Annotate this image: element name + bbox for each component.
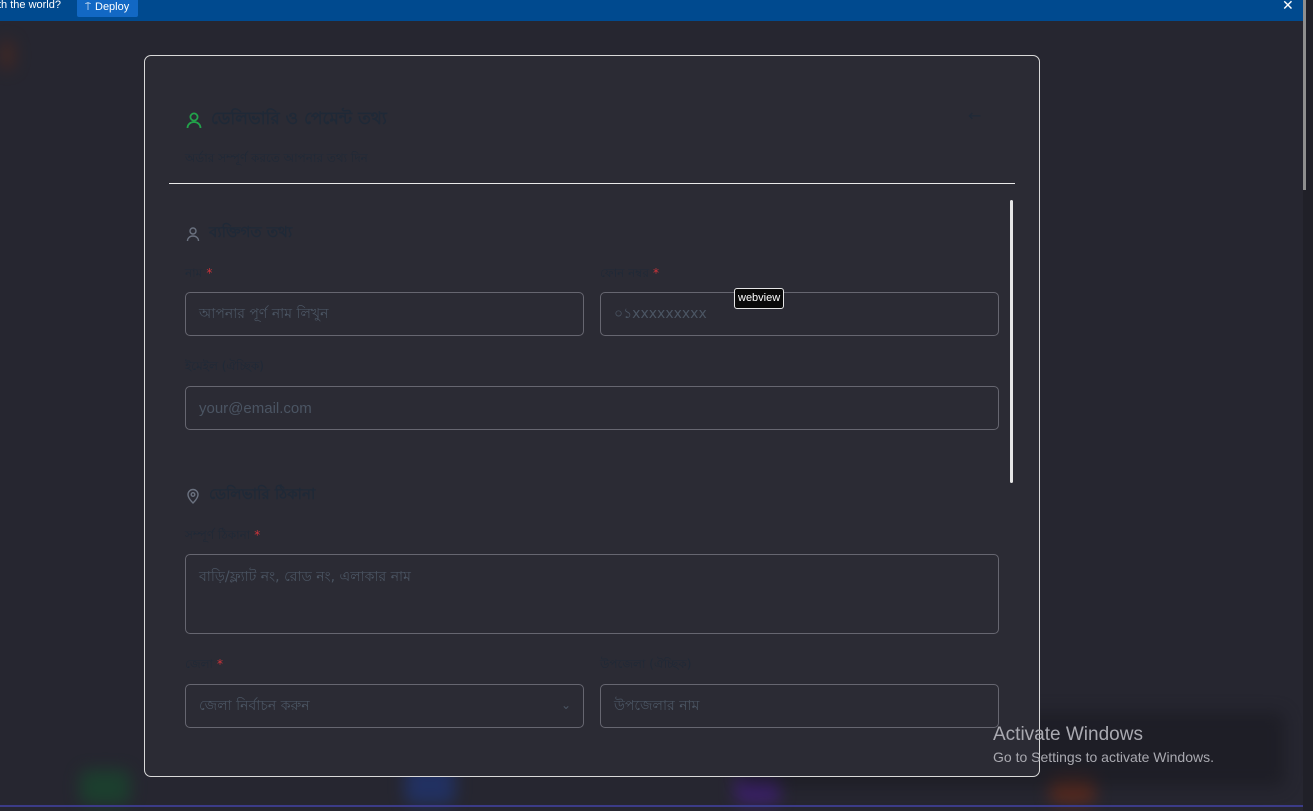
watermark-line1: Activate Windows <box>993 724 1143 745</box>
required-mark: * <box>652 266 659 280</box>
name-label: নাম * <box>185 265 212 285</box>
upazila-placeholder: উপজেলার নাম <box>614 698 700 714</box>
deploy-bar: th the world? ⍑ Deploy ✕ <box>0 0 1303 21</box>
phone-label-text: ফোন নম্বর <box>600 266 649 280</box>
modal-title: ডেলিভারি ও পেমেন্ট তথ্য <box>185 106 387 134</box>
chevron-down-icon: ⌄ <box>560 698 571 712</box>
user-icon <box>185 111 203 129</box>
delivery-payment-modal: ডেলিভারি ও পেমেন্ট তথ্য অর্ডার সম্পূর্ণ … <box>144 55 1040 777</box>
district-label: জেলা * <box>185 656 223 676</box>
required-mark: * <box>254 528 261 542</box>
watermark-line2: Go to Settings to activate Windows. <box>993 749 1214 765</box>
delivery-address-heading: ডেলিভারি ঠিকানা <box>185 483 315 508</box>
activate-windows-watermark: Activate Windows Go to Settings to activ… <box>993 724 1214 765</box>
window-bottom-border <box>0 805 1303 807</box>
close-icon[interactable]: ✕ <box>1282 0 1294 14</box>
email-input[interactable]: your@email.com <box>185 386 999 430</box>
required-mark: * <box>217 657 224 671</box>
email-placeholder: your@email.com <box>199 399 312 417</box>
email-label: ইমেইল (ঐচ্ছিক) <box>185 359 264 373</box>
delivery-address-heading-text: ডেলিভারি ঠিকানা <box>209 485 316 503</box>
modal-subtitle: অর্ডার সম্পূর্ণ করতে আপনার তথ্য দিন <box>185 151 368 165</box>
name-placeholder: আপনার পূর্ণ নাম লিখুন <box>199 306 329 322</box>
personal-info-heading: ব্যক্তিগত তথ্য <box>185 221 292 246</box>
header-divider <box>169 183 1015 184</box>
back-arrow-icon[interactable]: ← <box>968 106 981 125</box>
upazila-label: উপজেলা (ঐচ্ছিক) <box>600 657 692 671</box>
name-label-text: নাম <box>185 266 203 280</box>
window-scrollbar[interactable] <box>1303 0 1313 811</box>
full-address-placeholder: বাড়ি/ফ্ল্যাট নং, রোড নং, এলাকার নাম <box>199 569 411 585</box>
phone-label: ফোন নম্বর * <box>600 265 659 285</box>
background-card-green <box>80 770 130 805</box>
background-logo <box>0 40 14 70</box>
person-icon <box>185 226 201 242</box>
modal-scrollbar[interactable] <box>1010 200 1013 483</box>
window-scrollbar-thumb[interactable] <box>1303 0 1306 190</box>
webview-tooltip: webview <box>734 288 785 309</box>
upazila-input[interactable]: উপজেলার নাম <box>600 684 999 728</box>
deploy-button[interactable]: ⍑ Deploy <box>77 0 139 17</box>
full-address-textarea[interactable]: বাড়ি/ফ্ল্যাট নং, রোড নং, এলাকার নাম <box>185 554 999 634</box>
location-pin-icon <box>185 488 201 504</box>
required-mark: * <box>206 266 213 280</box>
phone-input[interactable]: ০১xxxxxxxxx <box>600 292 999 336</box>
name-input[interactable]: আপনার পূর্ণ নাম লিখুন <box>185 292 584 336</box>
full-address-label-text: সম্পূর্ণ ঠিকানা <box>185 528 251 542</box>
district-select[interactable]: জেলা নির্বাচন করুন ⌄ <box>185 684 584 728</box>
personal-info-heading-text: ব্যক্তিগত তথ্য <box>209 223 293 241</box>
deploy-bar-message: th the world? <box>0 0 61 11</box>
modal-title-text: ডেলিভারি ও পেমেন্ট তথ্য <box>211 109 387 129</box>
district-placeholder: জেলা নির্বাচন করুন <box>199 698 310 714</box>
deploy-button-label: Deploy <box>95 1 130 13</box>
full-address-label: সম্পূর্ণ ঠিকানা * <box>185 527 260 547</box>
district-label-text: জেলা <box>185 657 214 671</box>
deploy-icon: ⍑ <box>85 1 91 13</box>
phone-placeholder: ০১xxxxxxxxx <box>614 306 707 322</box>
